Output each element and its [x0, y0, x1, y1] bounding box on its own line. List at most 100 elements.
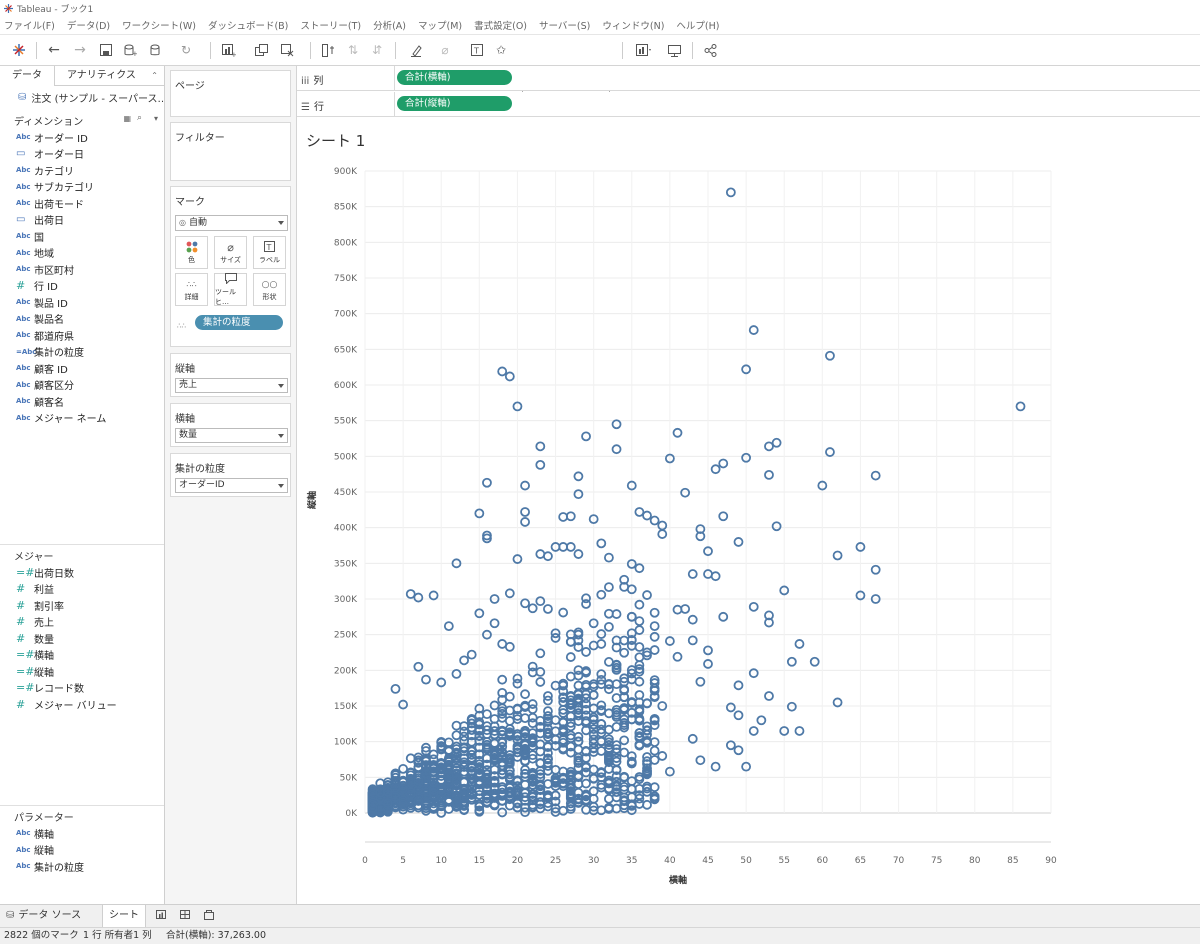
columns-shelf[interactable]: iii 列 合計(横軸): [297, 66, 1200, 91]
dimension-item[interactable]: Abc オーダー ID: [0, 129, 164, 146]
data-point: [527, 603, 538, 614]
menu-map[interactable]: マップ(M): [418, 18, 462, 32]
parameter-item[interactable]: Abc 集計の粒度: [0, 858, 164, 875]
menu-format[interactable]: 書式設定(O): [474, 18, 527, 32]
mark-type-select[interactable]: ◎ 自動: [175, 215, 288, 231]
shape-button[interactable]: ○○ 形状: [253, 273, 286, 306]
tab-sheet-1[interactable]: シート 1: [102, 905, 146, 943]
tab-datasource[interactable]: ⛁ データ ソース: [4, 905, 100, 927]
menu-window[interactable]: ウィンドウ(N): [602, 18, 664, 32]
clear-sheet-icon[interactable]: [277, 39, 297, 61]
mark-detail-pill[interactable]: 集計の粒度: [195, 315, 283, 330]
measure-item[interactable]: # 数量: [0, 630, 164, 647]
parameter-item[interactable]: Abc 横軸: [0, 825, 164, 842]
dimension-item[interactable]: Abc 市区町村: [0, 261, 164, 278]
dimension-item[interactable]: Abc カテゴリ: [0, 162, 164, 179]
detail-button[interactable]: ∴∴ 詳細: [175, 273, 208, 306]
tooltip-button[interactable]: ツールヒ…: [214, 272, 247, 306]
dimension-item[interactable]: ▭ 出荷日: [0, 212, 164, 229]
measure-item[interactable]: =# 横軸: [0, 647, 164, 664]
menu-file[interactable]: ファイル(F): [4, 18, 55, 32]
dimension-item[interactable]: Abc 国: [0, 228, 164, 245]
filters-card[interactable]: フィルター: [170, 122, 291, 181]
measure-item[interactable]: # 売上: [0, 614, 164, 631]
param-y-select[interactable]: 売上: [175, 378, 288, 393]
menu-analysis[interactable]: 分析(A): [373, 18, 406, 32]
param-x-select[interactable]: 数量: [175, 428, 288, 443]
measure-item[interactable]: =# レコード数: [0, 680, 164, 697]
highlight-icon[interactable]: [405, 39, 427, 61]
new-worksheet-tab-icon[interactable]: [152, 905, 172, 927]
group-members-icon[interactable]: ⌀: [436, 39, 454, 61]
chevron-down-icon: [278, 484, 284, 488]
share-icon[interactable]: [700, 39, 720, 61]
pages-card[interactable]: ページ: [170, 70, 291, 117]
columns-pill[interactable]: 合計(横軸): [397, 70, 512, 85]
data-point: [634, 563, 645, 574]
dimension-item[interactable]: Abc 地域: [0, 245, 164, 262]
dimension-item[interactable]: =Abc 集計の粒度: [0, 344, 164, 361]
save-icon[interactable]: [96, 39, 116, 61]
measure-item[interactable]: =# 出荷日数: [0, 564, 164, 581]
data-point: [535, 677, 546, 687]
menu-dashboard[interactable]: ダッシュボード(B): [208, 18, 288, 32]
show-me-icon[interactable]: [630, 39, 658, 61]
rows-pill[interactable]: 合計(縦軸): [397, 96, 512, 111]
dimension-item[interactable]: Abc サブカテゴリ: [0, 179, 164, 196]
datasource-item[interactable]: ⛁ 注文 (サンプル - スーパース…: [0, 86, 164, 108]
measure-item[interactable]: =# 縦軸: [0, 663, 164, 680]
new-worksheet-icon[interactable]: +: [218, 39, 240, 61]
measure-item[interactable]: # 割引率: [0, 597, 164, 614]
new-dashboard-tab-icon[interactable]: [176, 905, 196, 927]
redo-icon[interactable]: →: [70, 39, 90, 61]
tableau-home-icon[interactable]: [8, 39, 30, 61]
sort-ascending-icon[interactable]: ⇅: [344, 39, 362, 61]
param-card-granularity: 集計の粒度 オーダーID: [170, 453, 291, 497]
tab-data[interactable]: データ: [0, 66, 55, 86]
dimension-item[interactable]: Abc 出荷モード: [0, 195, 164, 212]
menu-worksheet[interactable]: ワークシート(W): [122, 18, 196, 32]
data-point: [634, 652, 645, 663]
dimension-item[interactable]: Abc 製品 ID: [0, 294, 164, 311]
menu-server[interactable]: サーバー(S): [539, 18, 590, 32]
dimension-item[interactable]: Abc 製品名: [0, 311, 164, 328]
dimension-item[interactable]: Abc 顧客名: [0, 393, 164, 410]
tab-analytics[interactable]: アナリティクス: [55, 66, 148, 86]
swap-axes-icon[interactable]: [318, 39, 338, 61]
show-mark-labels-icon[interactable]: T: [468, 39, 486, 61]
dimension-item[interactable]: # 行 ID: [0, 278, 164, 295]
dimension-item[interactable]: Abc メジャー ネーム: [0, 410, 164, 427]
fix-axes-icon[interactable]: ✩: [492, 39, 510, 61]
color-button[interactable]: 色: [175, 236, 208, 269]
measure-item[interactable]: # 利益: [0, 581, 164, 598]
measure-item[interactable]: # メジャー バリュー: [0, 696, 164, 713]
label-button[interactable]: T ラベル: [253, 236, 286, 269]
new-story-tab-icon[interactable]: [200, 905, 220, 927]
dimensions-menu-icon[interactable]: ▾: [154, 114, 158, 123]
date-type-icon: ▭: [16, 148, 26, 160]
dimension-item[interactable]: ▭ オーダー日: [0, 146, 164, 163]
search-icon[interactable]: ⌕: [137, 113, 142, 123]
refresh-icon[interactable]: ↻: [175, 39, 197, 61]
menu-story[interactable]: ストーリー(T): [300, 18, 361, 32]
scatter-chart[interactable]: 0K50K100K150K200K250K300K350K400K450K500…: [297, 118, 1200, 904]
presentation-mode-icon[interactable]: [664, 39, 684, 61]
param-granularity-select[interactable]: オーダーID: [175, 478, 288, 493]
menu-help[interactable]: ヘルプ(H): [676, 18, 719, 32]
new-datasource-icon[interactable]: +: [120, 39, 140, 61]
dimension-item[interactable]: Abc 顧客区分: [0, 377, 164, 394]
undo-icon[interactable]: ←: [44, 39, 64, 61]
dimension-item[interactable]: Abc 顧客 ID: [0, 360, 164, 377]
size-button[interactable]: ⌀ サイズ: [214, 236, 247, 269]
pause-datasource-icon[interactable]: [145, 39, 167, 61]
view-toggle-icon[interactable]: ▦: [123, 114, 131, 123]
dimension-item[interactable]: Abc 都道府県: [0, 327, 164, 344]
rows-shelf[interactable]: ☰ 行 合計(縦軸): [297, 92, 1200, 117]
sort-descending-icon[interactable]: ⇵: [368, 39, 386, 61]
data-point: [680, 487, 691, 498]
parameter-item[interactable]: Abc 縦軸: [0, 842, 164, 859]
menu-data[interactable]: データ(D): [67, 18, 110, 32]
duplicate-sheet-icon[interactable]: [251, 39, 271, 61]
parameters-list: Abc 横軸 Abc 縦軸 Abc 集計の粒度: [0, 825, 164, 875]
pane-menu-icon[interactable]: ⌃: [151, 71, 158, 80]
